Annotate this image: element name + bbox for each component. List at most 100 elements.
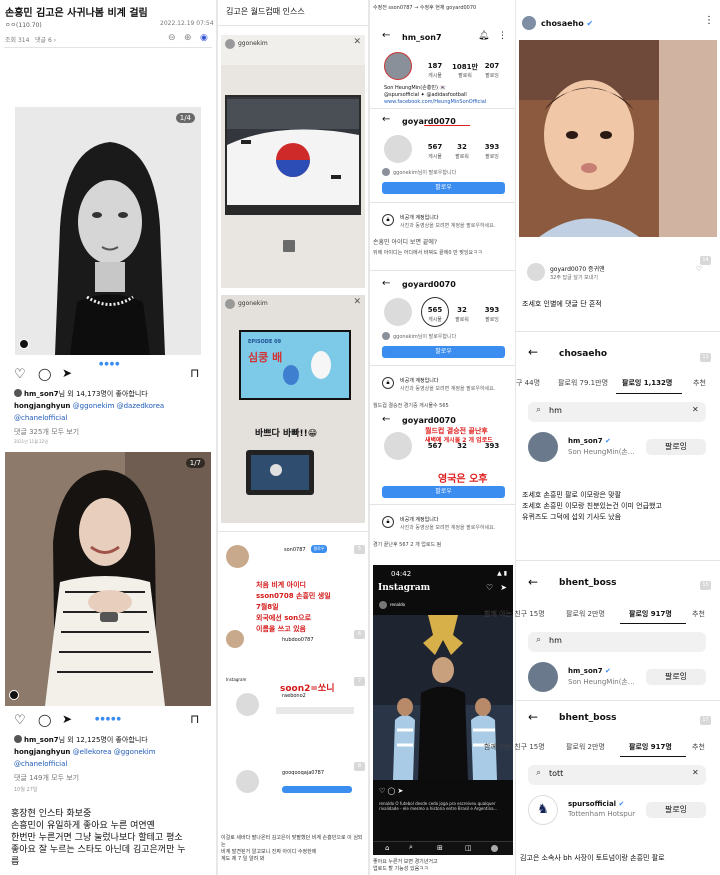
posts-count: 565 <box>427 306 443 314</box>
back-arrow-icon[interactable]: ← <box>382 114 390 125</box>
following-button[interactable]: 팔로잉 <box>646 669 706 685</box>
heart-icon[interactable]: ♡ <box>14 367 26 382</box>
tab-suggested[interactable]: 추천 <box>692 742 705 752</box>
caption-tag[interactable]: @chanelofficial <box>14 414 67 422</box>
comment-icon[interactable]: ◯ <box>38 367 51 381</box>
posts-label: 게시물 <box>428 73 442 79</box>
tab-mutual[interactable]: 함께 아는 친구 15명 <box>484 609 545 619</box>
follow-button[interactable] <box>282 786 352 793</box>
follow-button[interactable]: 팔로우 <box>382 182 505 194</box>
bell-icon[interactable]: 🔔︎ <box>478 31 489 41</box>
page-badge: 17 <box>700 716 711 725</box>
avatar[interactable] <box>491 845 498 852</box>
followed-by-text: ggonekim님이 팔로우합니다 <box>393 334 457 340</box>
tab-followers[interactable]: 팔로워 2만명 <box>566 742 605 752</box>
divider <box>516 560 720 561</box>
caption-tag[interactable]: @chanelofficial <box>14 760 67 768</box>
share-icon[interactable]: ◉ <box>200 33 208 43</box>
following-button[interactable]: 팔로잉 <box>646 802 706 818</box>
photo-counter: 1/7 <box>185 458 205 468</box>
article-date: 2022.12.19 07:54 <box>160 20 214 27</box>
tab-following[interactable]: 팔로잉 917명 <box>629 609 672 619</box>
instagram-label: Instagram <box>226 677 247 682</box>
zoom-out-icon[interactable]: ⊖ <box>168 33 176 43</box>
divider <box>370 270 515 271</box>
tab-suggested[interactable]: 추천 <box>693 378 706 388</box>
article-title: 손흥민 김고은 사귀나봄 비계 걸림 <box>5 8 148 19</box>
comment-icon[interactable]: ◯ <box>38 713 51 727</box>
view-comments-link[interactable]: 댓글 149개 모두 보기 <box>14 773 79 783</box>
section-label: 수정전 sson0787 → 수정후 현재 goyard0070 <box>373 5 477 11</box>
post-date: 10월 27일 <box>14 787 38 793</box>
home-icon[interactable]: ⌂ <box>385 844 389 852</box>
clear-icon[interactable]: ✕ <box>692 768 699 777</box>
send-icon[interactable]: ➤ <box>62 366 72 380</box>
more-icon[interactable]: ⋮ <box>704 15 714 26</box>
following-button[interactable]: 팔로잉 <box>646 439 706 455</box>
article-author: ㅇㅇ(110.70) <box>5 22 42 29</box>
result-name: Son HeungMin(손... <box>568 678 635 686</box>
tab-followers[interactable]: 팔로워 79.1만명 <box>558 378 608 388</box>
close-icon[interactable]: ✕ <box>353 37 361 47</box>
footer-caption: 이걸로 세바다 팔나온터 김고은이 맞팔했던 비계 손흥민으로 이 심되는 비계… <box>221 835 363 862</box>
story-image-worldcup-tv[interactable]: ggonekim ✕ <box>221 35 365 288</box>
profile-avatar <box>384 135 412 163</box>
avatar <box>527 263 545 281</box>
follow-button[interactable]: 팔로우 <box>382 346 505 358</box>
avatar <box>226 545 249 568</box>
close-icon[interactable]: ✕ <box>353 297 361 307</box>
profile-link[interactable]: www.facebook.com/HeungMinSonOfficial <box>384 99 486 105</box>
follow-button[interactable]: 팔로우 <box>382 486 505 498</box>
zoom-in-icon[interactable]: ⊕ <box>184 33 192 43</box>
more-icon[interactable]: ⋮ <box>498 31 507 41</box>
handwritten-annotation: 처음 비계 아이디 sson0708 손흥민 생일 7월8일 외국에선 son으… <box>256 581 331 633</box>
tab-mutual[interactable]: 구 44명 <box>516 378 540 388</box>
placeholder-bar <box>276 707 354 714</box>
avatar <box>379 601 387 609</box>
followers-count: 1081만 <box>452 63 478 71</box>
following-label: 팔로잉 <box>485 154 499 160</box>
private-subtitle: 사진과 동영상을 보려면 계정을 팔로우하세요. <box>400 525 496 531</box>
back-arrow-icon[interactable]: ← <box>382 30 390 41</box>
heart-icon[interactable]: ♡ <box>486 583 493 592</box>
profile-username: bhent_boss <box>559 578 617 588</box>
result-name: Son HeungMin(손... <box>568 448 635 456</box>
shop-icon[interactable]: ◫ <box>465 844 472 852</box>
back-arrow-icon[interactable]: ← <box>528 575 538 589</box>
user-tag-icon[interactable] <box>19 339 29 349</box>
heart-icon[interactable]: ♡ ◯ ➤ <box>379 787 403 795</box>
baby-photo[interactable] <box>519 40 717 237</box>
back-arrow-icon[interactable]: ← <box>528 710 538 724</box>
send-icon[interactable]: ➤ <box>62 712 72 726</box>
comment-link[interactable]: 댓글 6 › <box>35 35 56 44</box>
back-arrow-icon[interactable]: ← <box>382 278 390 289</box>
heart-icon[interactable]: ♡ <box>696 265 702 273</box>
back-arrow-icon[interactable]: ← <box>528 345 538 359</box>
private-title: 비공개 계정입니다 <box>400 378 439 384</box>
search-query: hm <box>549 406 562 415</box>
follow-button[interactable]: 팔로우 <box>311 545 327 553</box>
story-image-tv-episode[interactable]: ggonekim ✕ EPISODE 09 심쿵 배 바쁘다 바빠!!😁 <box>221 295 365 523</box>
story-username: ggonekim <box>238 40 268 47</box>
clear-icon[interactable]: ✕ <box>692 405 699 414</box>
back-arrow-icon[interactable]: ← <box>382 414 390 425</box>
user-tag-icon[interactable] <box>9 690 19 700</box>
tab-suggested[interactable]: 추천 <box>692 609 705 619</box>
tab-following[interactable]: 팔로잉 917명 <box>629 742 672 752</box>
bookmark-icon[interactable]: ⊓ <box>190 712 199 726</box>
view-comments-link[interactable]: 댓글 325개 모두 보기 <box>14 427 79 437</box>
page-badge: 7 <box>354 677 365 686</box>
add-icon[interactable]: ⊞ <box>437 844 443 852</box>
send-icon[interactable]: ➤ <box>500 583 507 592</box>
profile-avatar <box>384 432 412 460</box>
post-image-bw-portrait[interactable]: 1/4 <box>15 107 201 355</box>
tab-mutual[interactable]: 함께 아는 친구 15명 <box>484 742 545 752</box>
post-image-smiling-portrait[interactable]: 1/7 <box>5 452 211 706</box>
heart-icon[interactable]: ♡ <box>14 713 26 728</box>
search-icon[interactable]: ⌕ <box>409 843 413 852</box>
tab-followers[interactable]: 팔로워 2만명 <box>566 609 605 619</box>
bookmark-icon[interactable]: ⊓ <box>190 366 199 380</box>
post-username: renaldo <box>390 602 406 607</box>
tab-following[interactable]: 팔로잉 1,132명 <box>622 378 672 388</box>
avatar <box>528 662 558 692</box>
